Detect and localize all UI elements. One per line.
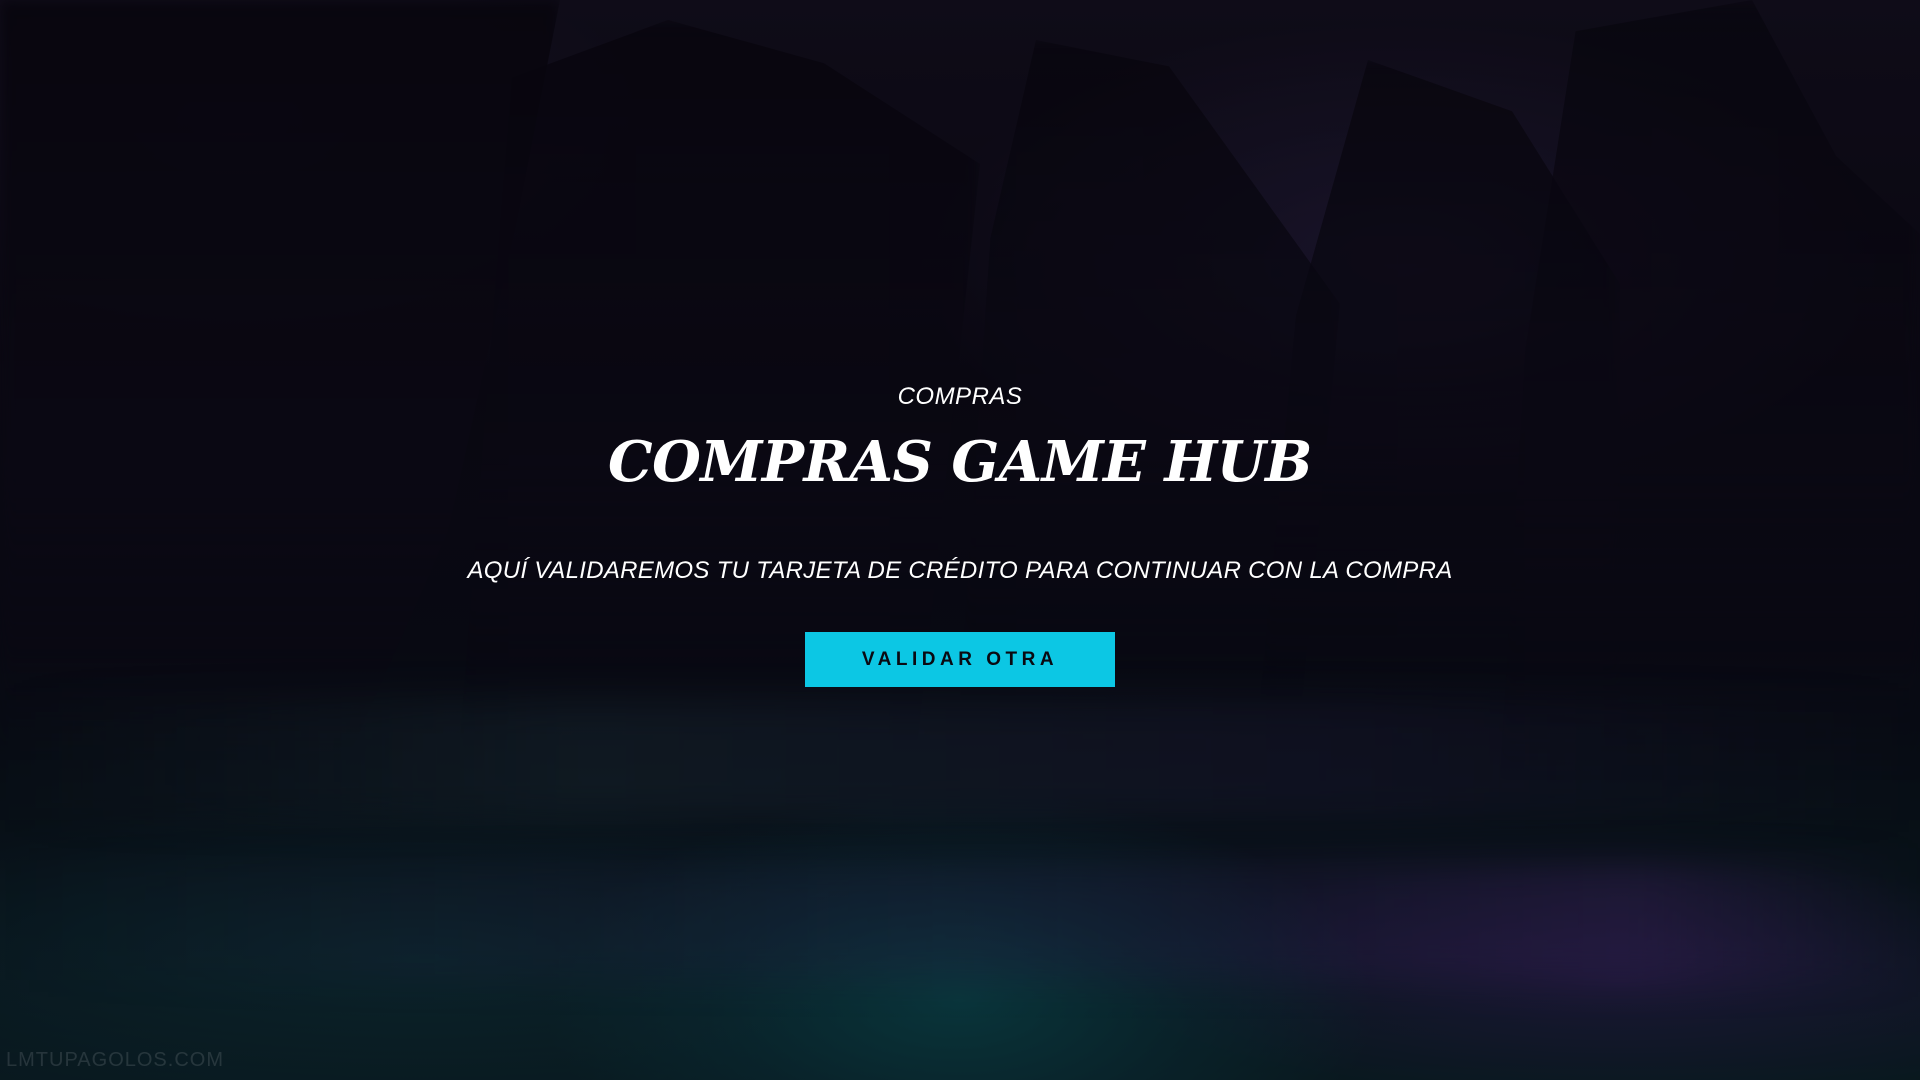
hero-background: COMPRAS COMPRAS GAME HUB AQUÍ VALIDAREMO… (0, 0, 1920, 1080)
background-watermark: LMTUPAGOLOS.COM (6, 1049, 224, 1071)
page-title: COMPRAS GAME HUB (608, 429, 1312, 495)
hero-subtitle: AQUÍ VALIDAREMOS TU TARJETA DE CRÉDITO P… (467, 557, 1453, 584)
hero-eyebrow: COMPRAS (897, 383, 1023, 410)
validate-another-button[interactable]: VALIDAR OTRA (805, 632, 1115, 687)
hero-content: COMPRAS COMPRAS GAME HUB AQUÍ VALIDAREMO… (0, 380, 1920, 687)
